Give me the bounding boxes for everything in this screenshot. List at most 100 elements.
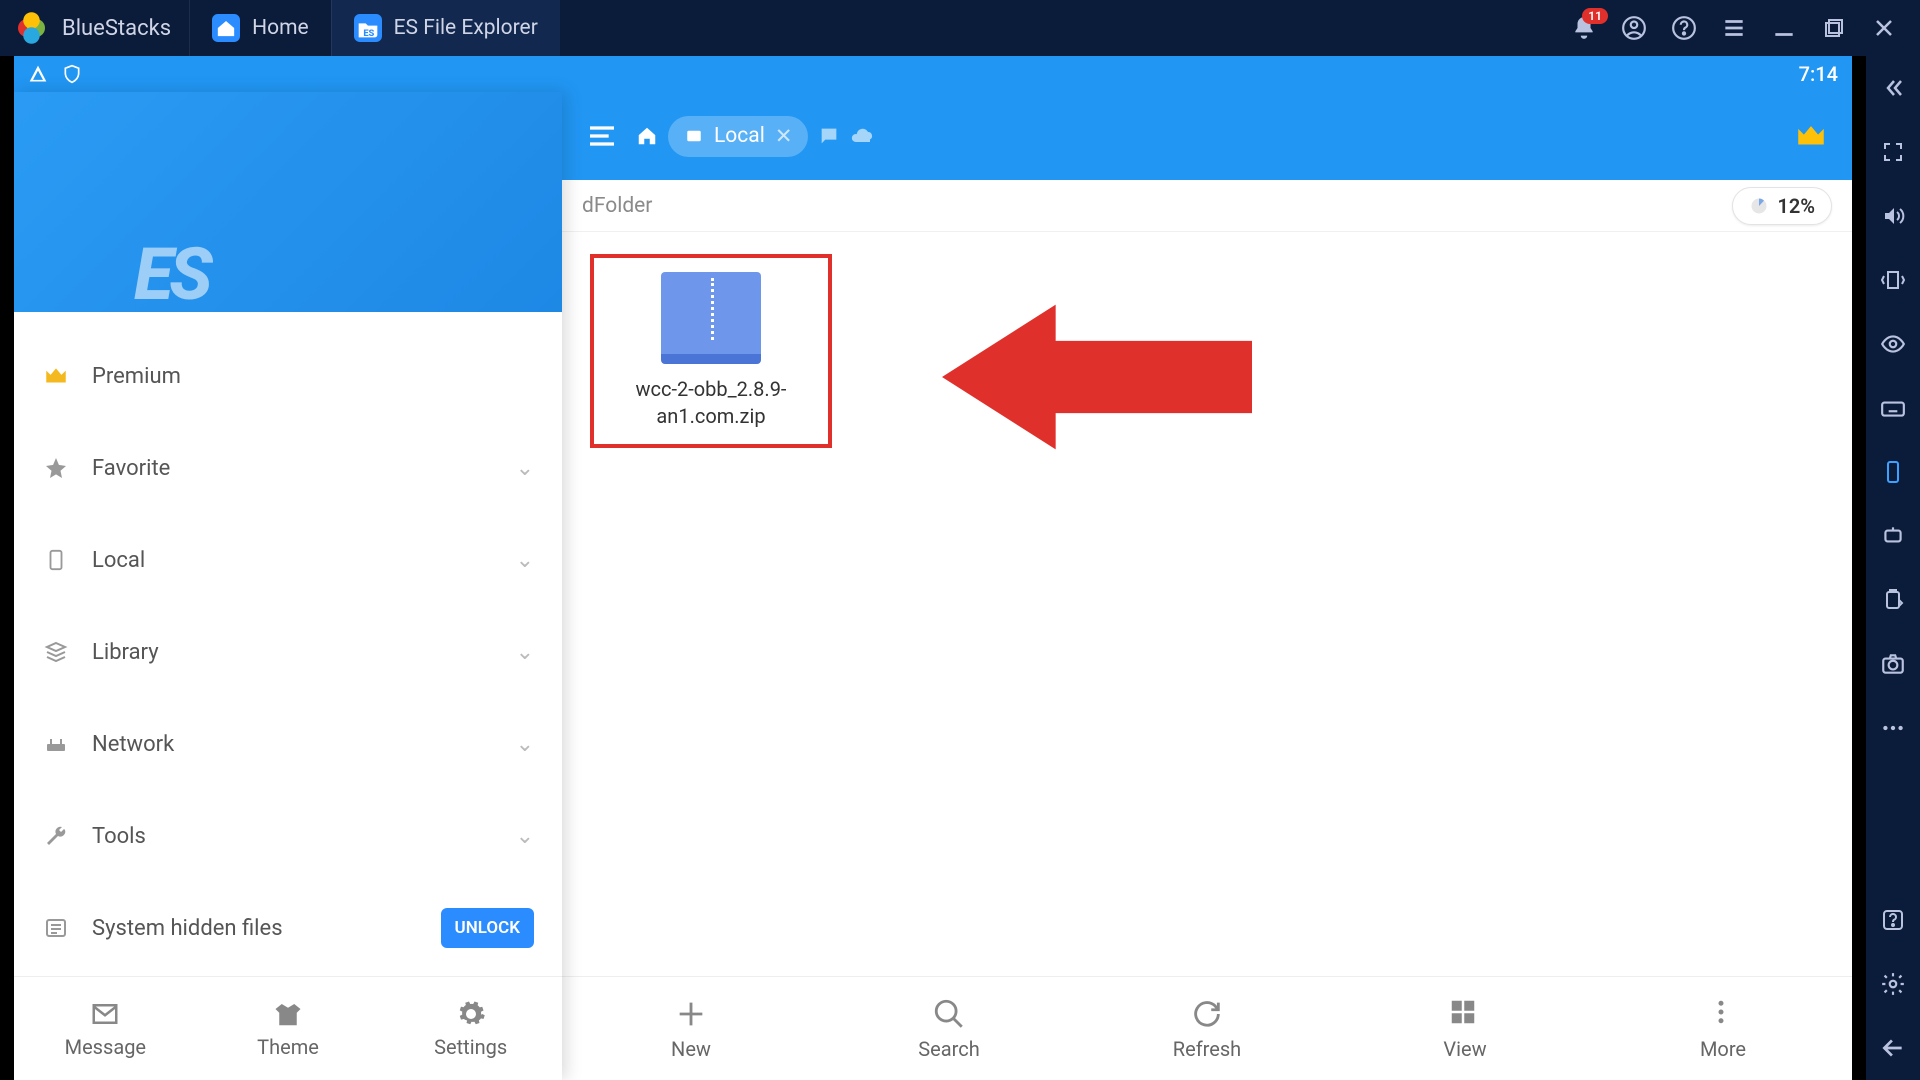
crown-icon	[42, 363, 70, 389]
grid-icon	[1448, 997, 1482, 1031]
account-icon[interactable]	[1620, 14, 1648, 42]
home-icon[interactable]	[636, 125, 658, 147]
storage-pill[interactable]: 12%	[1732, 187, 1832, 225]
button-label: Settings	[434, 1035, 507, 1059]
storage-pct-label: 12%	[1777, 194, 1815, 218]
close-chip-icon[interactable]: ✕	[775, 124, 793, 149]
path-chip-local[interactable]: Local ✕	[668, 116, 808, 157]
sidebar-item-label: Tools	[92, 824, 146, 849]
right-gutter	[1852, 56, 1866, 1080]
gamepad-icon[interactable]	[1879, 522, 1907, 550]
eye-icon[interactable]	[1879, 330, 1907, 358]
sidebar-theme-button[interactable]: Theme	[197, 977, 380, 1080]
home-app-icon	[212, 14, 240, 42]
es-bottom-toolbar: New Search Refresh View	[562, 976, 1852, 1080]
notifications-icon[interactable]: 11	[1570, 14, 1598, 42]
tab-label: ES File Explorer	[394, 16, 538, 40]
clock-label: 7:14	[1799, 62, 1838, 86]
chevron-down-icon: ⌄	[516, 548, 534, 573]
file-item[interactable]: wcc-2-obb_2.8.9-an1.com.zip	[590, 254, 832, 448]
tab-es-file-explorer[interactable]: ES ES File Explorer	[331, 0, 560, 56]
star-icon	[42, 456, 70, 480]
bluestacks-titlebar: BlueStacks Home ES ES File Explorer 11	[0, 0, 1920, 56]
toolbar-new-button[interactable]: New	[562, 977, 820, 1080]
file-name-label: wcc-2-obb_2.8.9-an1.com.zip	[600, 376, 822, 430]
sidebar-item-library[interactable]: Library ⌄	[14, 606, 562, 698]
pie-icon	[1749, 196, 1769, 216]
camera-icon[interactable]	[1879, 650, 1907, 678]
path-fragment: dFolder	[582, 194, 652, 218]
sidebar-item-hidden-files[interactable]: System hidden files UNLOCK	[14, 882, 562, 974]
toolbar-refresh-button[interactable]: Refresh	[1078, 977, 1336, 1080]
button-label: View	[1443, 1037, 1486, 1061]
sidebar-item-network[interactable]: Network ⌄	[14, 698, 562, 790]
chat-icon[interactable]	[818, 125, 840, 147]
chevron-down-icon: ⌄	[516, 456, 534, 481]
sidebar-item-local[interactable]: Local ⌄	[14, 514, 562, 606]
sidebar-item-tools[interactable]: Tools ⌄	[14, 790, 562, 882]
sidebar-item-favorite[interactable]: Favorite ⌄	[14, 422, 562, 514]
warning-icon	[28, 64, 48, 84]
minimize-icon[interactable]	[1770, 14, 1798, 42]
close-icon[interactable]	[1870, 14, 1898, 42]
es-sidebar: ES Premium Favorite ⌄ Local	[14, 92, 562, 1080]
zip-file-icon	[661, 272, 761, 364]
sidebar-item-label: Favorite	[92, 456, 170, 481]
gear-icon	[456, 999, 486, 1029]
toolbar-view-button[interactable]: View	[1336, 977, 1594, 1080]
shake-icon[interactable]	[1879, 266, 1907, 294]
menu-icon[interactable]	[1720, 14, 1748, 42]
help-square-icon[interactable]	[1879, 906, 1907, 934]
titlebar-controls: 11	[1570, 14, 1920, 42]
unlock-button[interactable]: UNLOCK	[441, 908, 534, 948]
android-statusbar: 7:14	[14, 56, 1852, 92]
android-screen: 7:14 ES Premium Favorite ⌄	[14, 56, 1852, 1080]
tshirt-icon	[273, 999, 303, 1029]
maximize-icon[interactable]	[1820, 14, 1848, 42]
sidebar-item-label: Local	[92, 548, 145, 573]
premium-crown-icon[interactable]	[1794, 119, 1828, 153]
router-icon	[42, 732, 70, 756]
button-label: Refresh	[1173, 1037, 1241, 1061]
rotate-icon[interactable]	[1879, 458, 1907, 486]
tab-strip: Home ES ES File Explorer	[189, 0, 560, 56]
sidebar-message-button[interactable]: Message	[14, 977, 197, 1080]
notification-badge: 11	[1582, 8, 1608, 24]
chevron-down-icon: ⌄	[516, 640, 534, 665]
sidebar-hero: ES	[14, 92, 562, 312]
chevron-down-icon: ⌄	[516, 824, 534, 849]
toolbar-more-button[interactable]: More	[1594, 977, 1852, 1080]
sdcard-icon	[684, 127, 704, 145]
breadcrumb: Local ✕	[636, 116, 874, 157]
clipboard-icon[interactable]	[1879, 586, 1907, 614]
sidebar-settings-button[interactable]: Settings	[379, 977, 562, 1080]
more-horiz-icon[interactable]	[1879, 714, 1907, 742]
volume-icon[interactable]	[1879, 202, 1907, 230]
chip-label: Local	[714, 124, 765, 148]
es-app-icon: ES	[354, 14, 382, 42]
phone-icon	[42, 549, 70, 571]
back-arrow-icon[interactable]	[1879, 1034, 1907, 1062]
cloud-icon[interactable]	[850, 124, 874, 148]
collapse-toolbar-icon[interactable]	[1879, 74, 1907, 102]
settings-gear-icon[interactable]	[1879, 970, 1907, 998]
annotation-arrow-icon	[942, 292, 1252, 462]
help-icon[interactable]	[1670, 14, 1698, 42]
tab-home[interactable]: Home	[189, 0, 331, 56]
sidebar-item-premium[interactable]: Premium	[14, 330, 562, 422]
keyboard-icon[interactable]	[1879, 394, 1907, 422]
main-panel: Local ✕ dFolder 12%	[562, 92, 1852, 1080]
sidebar-item-label: Network	[92, 732, 174, 757]
envelope-icon	[90, 999, 120, 1029]
es-appbar: Local ✕	[562, 92, 1852, 180]
plus-icon	[674, 997, 708, 1031]
left-gutter	[0, 56, 14, 1080]
svg-text:ES: ES	[363, 28, 374, 39]
bluestacks-side-toolbar	[1866, 56, 1920, 1080]
sidebar-item-label: System hidden files	[92, 916, 283, 941]
file-grid: wcc-2-obb_2.8.9-an1.com.zip	[562, 232, 1852, 976]
fullscreen-icon[interactable]	[1879, 138, 1907, 166]
toolbar-search-button[interactable]: Search	[820, 977, 1078, 1080]
hamburger-icon[interactable]	[586, 120, 618, 152]
bluestacks-logo-icon	[12, 7, 54, 49]
